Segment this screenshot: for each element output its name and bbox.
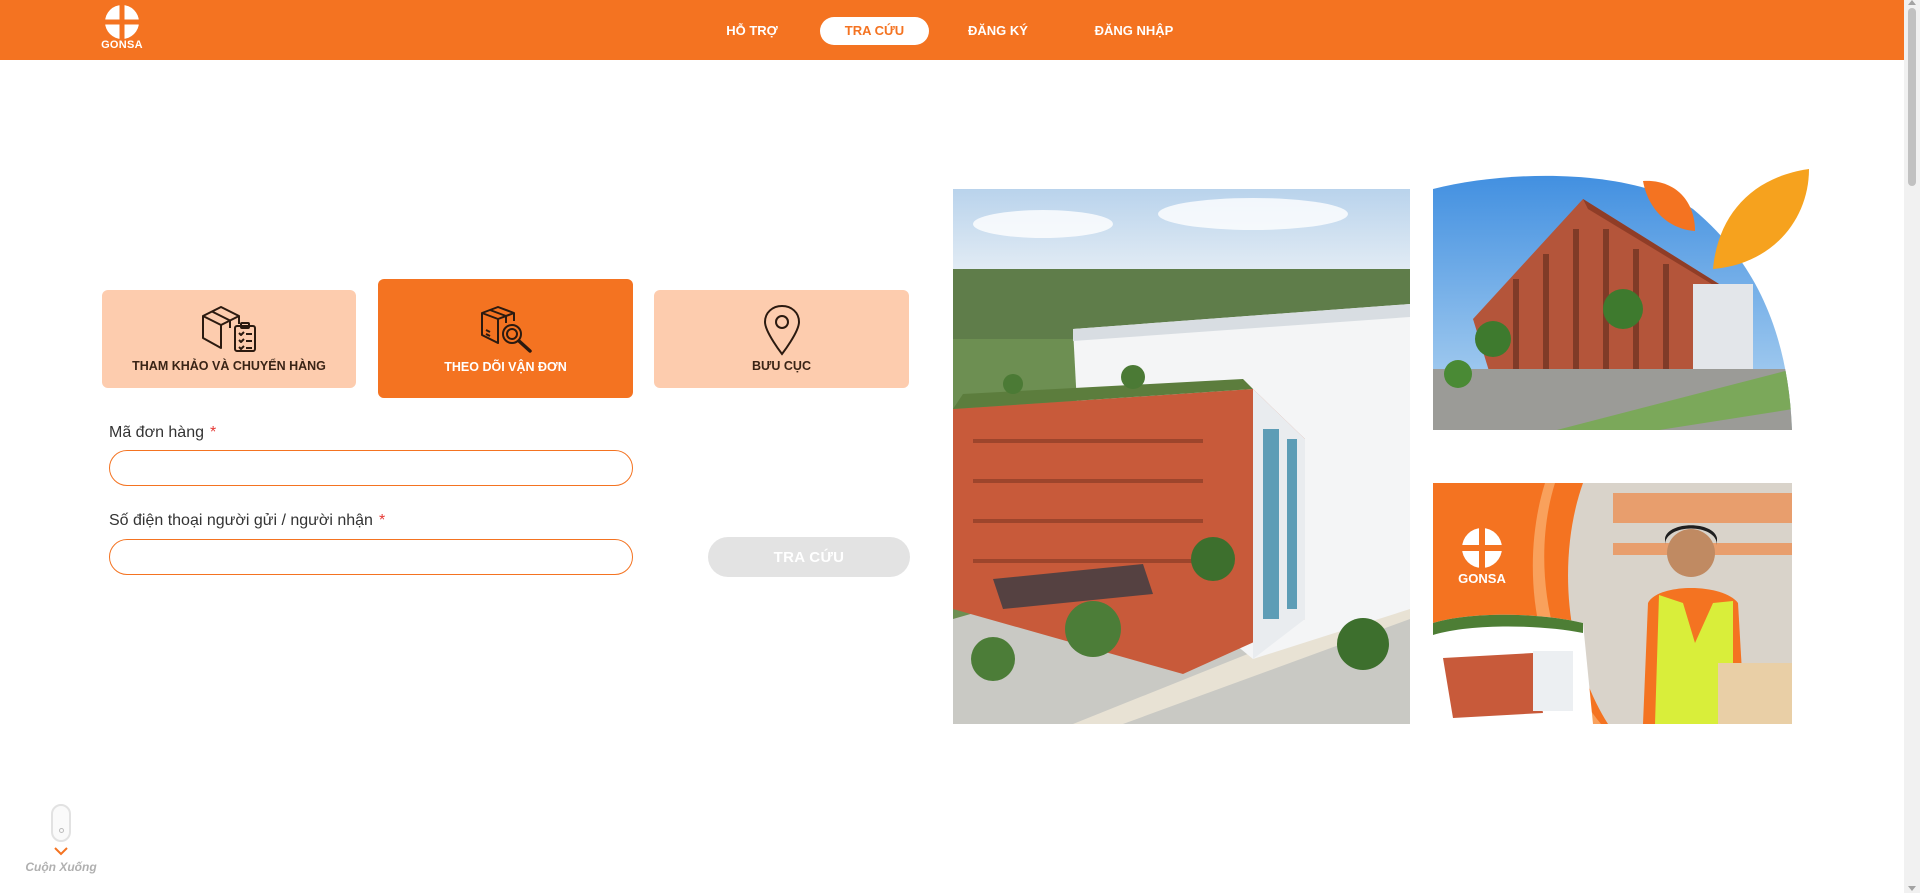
order-code-label: Mã đơn hàng *: [109, 424, 217, 441]
tab-buu-cuc[interactable]: BƯU CỤC: [654, 290, 909, 388]
nav-dang-ky[interactable]: ĐĂNG KÝ: [958, 17, 1038, 45]
tab-label: THAM KHẢO VÀ CHUYỂN HÀNG: [132, 359, 326, 373]
promo-staff-card: GONSA: [1433, 483, 1792, 724]
promo-gonsa-logo: [1462, 528, 1502, 568]
building-side-image: [1433, 169, 1809, 430]
scroll-up-arrow-icon[interactable]: [1908, 0, 1916, 5]
warehouse-aerial-photo: [953, 189, 1410, 724]
scroll-down-arrow-icon[interactable]: [1908, 886, 1916, 891]
nav-ho-tro[interactable]: HỖ TRỢ: [712, 17, 792, 45]
page-scrollbar[interactable]: [1904, 0, 1920, 893]
building-side-photo: [1433, 169, 1809, 431]
nav-tra-cuu[interactable]: TRA CỨU: [820, 17, 929, 45]
orange-leaf-large: [1713, 169, 1809, 269]
phone-label: Số điện thoại người gửi / người nhận *: [109, 512, 386, 529]
scrollbar-thumb[interactable]: [1908, 8, 1916, 186]
nav-dang-nhap[interactable]: ĐĂNG NHẬP: [1086, 17, 1182, 45]
promo-staff-image: [1433, 483, 1792, 724]
mouse-scroll-icon: [51, 804, 71, 842]
tab-theo-doi-van-don[interactable]: THEO DÕI VẬN ĐƠN: [378, 279, 633, 398]
required-mark: *: [210, 424, 217, 441]
scroll-hint-label: Cuộn Xuống: [25, 860, 97, 874]
top-nav-bar: GONSA HỖ TRỢ TRA CỨU ĐĂNG KÝ ĐĂNG NHẬP: [0, 0, 1904, 60]
chevron-down-icon: [54, 847, 68, 856]
location-pin-icon: [763, 304, 800, 356]
search-button[interactable]: TRA CỨU: [708, 537, 910, 577]
promo-brand-text: GONSA: [1458, 571, 1506, 586]
tab-label: THEO DÕI VẬN ĐƠN: [444, 360, 567, 374]
phone-input[interactable]: [109, 539, 633, 575]
required-mark: *: [378, 512, 386, 529]
order-code-input[interactable]: [109, 450, 633, 486]
tab-tham-khao-chuyen-hang[interactable]: THAM KHẢO VÀ CHUYỂN HÀNG: [102, 290, 356, 388]
scroll-down-hint[interactable]: Cuộn Xuống: [20, 804, 102, 874]
package-search-icon: [480, 306, 532, 353]
tab-label: BƯU CỤC: [752, 359, 811, 373]
box-clipboard-icon: [202, 306, 256, 352]
main-nav: HỖ TRỢ TRA CỨU ĐĂNG KÝ ĐĂNG NHẬP: [0, 17, 1904, 45]
warehouse-aerial-image: [953, 189, 1410, 724]
